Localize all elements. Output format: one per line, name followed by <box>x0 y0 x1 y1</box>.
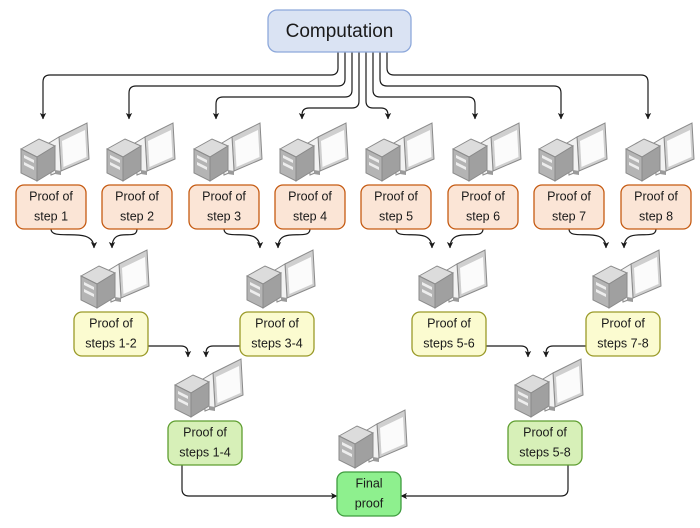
node-label-line1: Proof of <box>461 189 505 203</box>
node-label-line1: Proof of <box>115 189 159 203</box>
desktop-computer-icon <box>173 358 244 418</box>
node-p6[interactable]: Proof of step 6 <box>447 122 522 230</box>
desktop-computer-icon <box>513 358 584 418</box>
desktop-computer-icon <box>417 249 488 309</box>
node-group: Proof of step 1 Proof of step 2 Proof of step… <box>15 9 695 517</box>
node-q12[interactable]: Proof of steps 1-2 <box>73 249 150 357</box>
node-q78[interactable]: Proof of steps 7-8 <box>585 249 662 357</box>
node-q34[interactable]: Proof of steps 3-4 <box>239 249 316 357</box>
node-label-line2: steps 7-8 <box>597 336 648 350</box>
node-label-line2: steps 1-4 <box>179 445 230 459</box>
node-p2[interactable]: Proof of step 2 <box>101 122 176 230</box>
node-label-line2: step 7 <box>552 209 586 223</box>
node-label-line2: step 3 <box>207 209 241 223</box>
node-label-line1: Proof of <box>601 316 645 330</box>
node-label-line1: Proof of <box>29 189 73 203</box>
desktop-computer-icon <box>537 122 608 182</box>
node-label-line2: step 8 <box>639 209 673 223</box>
computation-label: Computation <box>286 21 394 42</box>
node-label-line1: Proof of <box>202 189 246 203</box>
node-label-line1: Proof of <box>547 189 591 203</box>
desktop-computer-icon <box>192 122 263 182</box>
node-p8[interactable]: Proof of step 8 <box>620 122 695 230</box>
node-label-line2: steps 3-4 <box>251 336 302 350</box>
desktop-computer-icon <box>591 249 662 309</box>
desktop-computer-icon <box>79 249 150 309</box>
node-label-line1: Proof of <box>255 316 299 330</box>
node-r14[interactable]: Proof of steps 1-4 <box>167 358 244 466</box>
desktop-computer-icon <box>364 122 435 182</box>
node-label-line1: Proof of <box>427 316 471 330</box>
node-label-line1: Proof of <box>183 425 227 439</box>
desktop-computer-icon <box>245 249 316 309</box>
node-label-line2: step 6 <box>466 209 500 223</box>
node-p3[interactable]: Proof of step 3 <box>188 122 263 230</box>
node-label-line1: Proof of <box>634 189 678 203</box>
node-label-line1: Proof of <box>288 189 332 203</box>
desktop-computer-icon <box>278 122 349 182</box>
node-label-line2: steps 1-2 <box>85 336 136 350</box>
node-p5[interactable]: Proof of step 5 <box>360 122 435 230</box>
node-label-line2: step 2 <box>120 209 154 223</box>
node-r58[interactable]: Proof of steps 5-8 <box>507 358 584 466</box>
node-label-line1: Proof of <box>374 189 418 203</box>
node-p1[interactable]: Proof of step 1 <box>15 122 90 230</box>
node-label-line1: Final <box>355 476 382 490</box>
node-p7[interactable]: Proof of step 7 <box>533 122 608 230</box>
node-computation[interactable]: Computation <box>267 9 412 53</box>
node-label-line2: step 4 <box>293 209 327 223</box>
node-label-line1: Proof of <box>89 316 133 330</box>
desktop-computer-icon <box>337 409 408 469</box>
diagram-canvas: Proof of step 1 Proof of step 2 Proof of step… <box>0 0 700 528</box>
desktop-computer-icon <box>105 122 176 182</box>
node-label-line2: step 1 <box>34 209 68 223</box>
node-label-line2: proof <box>355 496 384 510</box>
node-label-line2: steps 5-6 <box>423 336 474 350</box>
desktop-computer-icon <box>451 122 522 182</box>
desktop-computer-icon <box>19 122 90 182</box>
node-final[interactable]: Final proof <box>336 409 408 517</box>
desktop-computer-icon <box>624 122 695 182</box>
node-p4[interactable]: Proof of step 4 <box>274 122 349 230</box>
node-label-line2: step 5 <box>379 209 413 223</box>
node-label-line2: steps 5-8 <box>519 445 570 459</box>
node-layer: Proof of step 1 Proof of step 2 Proof of step… <box>15 9 695 517</box>
node-q56[interactable]: Proof of steps 5-6 <box>411 249 488 357</box>
node-label-line1: Proof of <box>523 425 567 439</box>
